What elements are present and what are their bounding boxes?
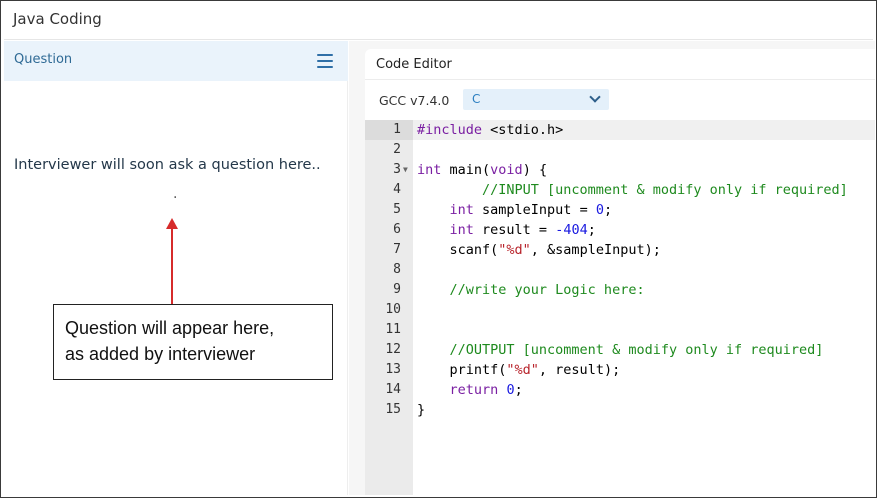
question-dot: .	[173, 186, 178, 202]
code-token: int	[449, 222, 474, 238]
editor-divider	[365, 79, 875, 80]
line-number: 15	[385, 402, 401, 417]
code-line[interactable]: //OUTPUT [uncomment & modify only if req…	[417, 340, 824, 360]
line-number: 13	[385, 362, 401, 377]
code-token: //INPUT [uncomment & modify only if requ…	[417, 182, 848, 198]
app-title: Java Coding	[13, 10, 102, 28]
compiler-version: GCC v7.4.0	[379, 93, 450, 108]
code-area[interactable]: 1 2 3 4 5 6 7 8 9 10 11 12 13 14 15 ▼ #include <stdio.…	[365, 120, 875, 495]
code-line[interactable]: }	[417, 400, 425, 420]
code-line[interactable]: int sampleInput = 0;	[417, 200, 613, 220]
line-number: 6	[393, 222, 401, 237]
line-number: 8	[393, 262, 401, 277]
line-number: 10	[385, 302, 401, 317]
line-number: 7	[393, 242, 401, 257]
code-token: ;	[587, 222, 596, 238]
code-token: scanf(	[417, 242, 499, 258]
code-editor-title: Code Editor	[376, 57, 452, 72]
annotation-line-1: Question will appear here,	[65, 318, 275, 338]
code-token: , &sampleInput);	[530, 242, 661, 258]
line-number: 1	[393, 122, 401, 137]
code-line[interactable]: //INPUT [uncomment & modify only if requ…	[417, 180, 848, 200]
code-line[interactable]: #include <stdio.h>	[417, 120, 563, 140]
line-number: 11	[385, 322, 401, 337]
code-line[interactable]: scanf("%d", &sampleInput);	[417, 240, 661, 260]
code-token: #include	[417, 122, 483, 138]
code-token: void	[490, 162, 523, 178]
line-number: 2	[393, 142, 401, 157]
code-line[interactable]: int result = -404;	[417, 220, 596, 240]
question-placeholder-text: Interviewer will soon ask a question her…	[14, 157, 321, 173]
code-token: ) {	[522, 162, 548, 178]
question-title: Question	[14, 52, 73, 67]
code-token: ;	[603, 202, 613, 218]
code-token: sampleInput =	[473, 202, 596, 218]
language-select-value: C	[472, 92, 481, 106]
code-token: <stdio.h>	[482, 122, 564, 138]
question-header: Question	[4, 41, 348, 81]
code-token: "%d"	[498, 242, 531, 258]
code-token: }	[417, 402, 426, 418]
code-token: //write your Logic here:	[417, 282, 645, 298]
code-token: //OUTPUT [uncomment & modify only if req…	[417, 342, 824, 358]
line-number: 14	[385, 382, 401, 397]
line-number: 3	[393, 162, 401, 177]
code-token: 0	[506, 382, 515, 398]
code-token: int	[449, 202, 474, 218]
chevron-down-icon	[589, 91, 601, 103]
annotation-arrow	[171, 227, 173, 305]
annotation-line-2: as added by interviewer	[65, 344, 256, 364]
annotation-callout: Question will appear here, as added by i…	[53, 304, 333, 380]
code-token: result =	[473, 222, 556, 238]
line-number: 4	[393, 182, 401, 197]
code-token: printf(	[417, 362, 507, 378]
title-divider	[4, 39, 873, 40]
code-line[interactable]: //write your Logic here:	[417, 280, 645, 300]
app-window: Java Coding Question Interviewer will so…	[0, 0, 877, 498]
line-number: 9	[393, 282, 401, 297]
line-number: 5	[393, 202, 401, 217]
code-token: main(	[441, 162, 491, 178]
code-token: 0	[595, 202, 604, 218]
code-token: return	[449, 382, 499, 398]
code-token: ;	[514, 382, 523, 398]
fold-arrow-icon[interactable]: ▼	[403, 160, 408, 180]
code-line[interactable]: int main(void) {	[417, 160, 547, 180]
code-token: , result);	[538, 362, 621, 378]
code-token: -404	[555, 222, 588, 238]
line-number: 12	[385, 342, 401, 357]
code-line[interactable]: printf("%d", result);	[417, 360, 621, 380]
code-token: "%d"	[506, 362, 539, 378]
code-editor-panel: Code Editor GCC v7.4.0 C 1 2 3 4 5 6 7 8 9 10 11 12…	[365, 49, 875, 495]
question-panel: Question Interviewer will soon ask a que…	[4, 41, 348, 495]
language-select[interactable]: C	[463, 89, 609, 110]
hamburger-menu-icon[interactable]	[317, 54, 333, 68]
code-line[interactable]: return 0;	[417, 380, 523, 400]
code-token: int	[417, 162, 442, 178]
